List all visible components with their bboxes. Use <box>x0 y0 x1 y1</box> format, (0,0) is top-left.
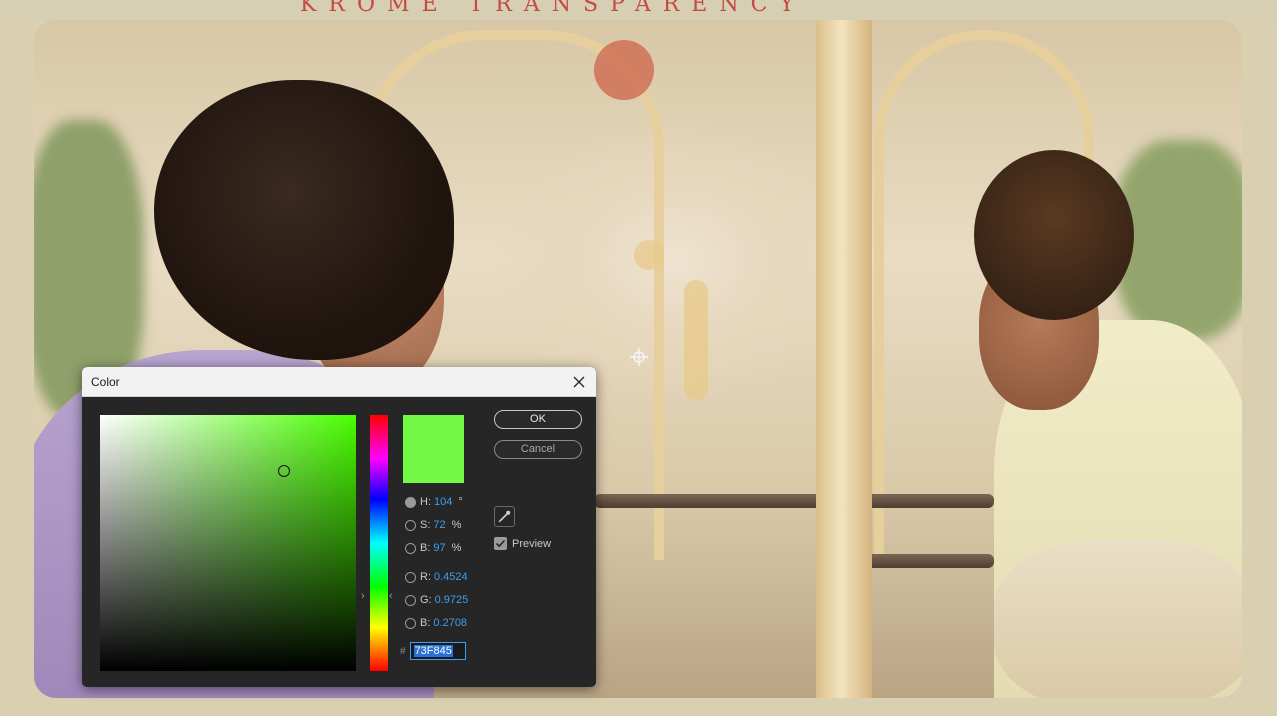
saturation-radio[interactable] <box>405 519 416 531</box>
preview-label: Preview <box>512 537 552 550</box>
hue-row: H: 104 ° <box>405 494 463 510</box>
color-swatch <box>403 415 464 483</box>
handrail <box>854 554 994 568</box>
green-row: G: 0.9725 <box>405 592 468 608</box>
saturation-value[interactable]: 72 <box>433 519 445 531</box>
brightness-value[interactable]: 97 <box>433 542 445 554</box>
person-hair <box>154 80 454 360</box>
carousel-horse <box>994 540 1242 698</box>
eyedropper-button[interactable] <box>494 506 515 527</box>
carousel-pole <box>816 20 872 698</box>
blue-row: B: 0.2708 <box>405 615 467 631</box>
dialog-title: Color <box>91 375 120 389</box>
close-icon <box>573 376 585 388</box>
color-picker-dialog: Color › ‹ H: 104 ° S: 72 % B: 97 % R: 0.… <box>82 367 596 687</box>
ornament <box>634 240 664 270</box>
preview-checkbox[interactable] <box>494 537 507 550</box>
red-row: R: 0.4524 <box>405 569 468 585</box>
dialog-titlebar[interactable]: Color <box>82 367 596 397</box>
hex-row: # 73F845 <box>400 641 466 661</box>
blue-value[interactable]: 0.2708 <box>433 617 467 629</box>
close-button[interactable] <box>568 371 590 393</box>
hue-value[interactable]: 104 <box>434 496 452 508</box>
ok-button[interactable]: OK <box>494 410 582 429</box>
ornament <box>684 280 708 400</box>
banner-text-fragment: KROME TRANSPARENCY <box>300 0 806 17</box>
hex-prefix: # <box>400 645 406 657</box>
hue-label: H: <box>420 496 431 508</box>
green-radio[interactable] <box>405 594 416 606</box>
flower-ornament <box>594 40 654 100</box>
hex-value[interactable]: 73F845 <box>413 645 453 657</box>
top-banner-strip: KROME TRANSPARENCY <box>0 0 1277 20</box>
eyedropper-icon <box>498 510 511 523</box>
hue-radio[interactable] <box>405 496 416 508</box>
green-label: G: <box>420 594 432 606</box>
cancel-button[interactable]: Cancel <box>494 440 582 459</box>
saturation-label: S: <box>420 519 431 531</box>
hue-unit: ° <box>458 496 463 508</box>
anchor-point-icon[interactable] <box>630 348 648 366</box>
hex-input[interactable]: 73F845 <box>409 642 466 660</box>
person-hair <box>974 150 1134 320</box>
saturation-brightness-field[interactable] <box>100 415 356 671</box>
brightness-label: B: <box>420 542 431 554</box>
checkmark-icon <box>495 539 506 548</box>
color-selector-marker[interactable] <box>278 465 290 477</box>
green-value[interactable]: 0.9725 <box>435 594 469 606</box>
brightness-radio[interactable] <box>405 542 416 554</box>
brightness-unit: % <box>451 542 462 554</box>
red-label: R: <box>420 571 431 583</box>
preview-row: Preview <box>494 537 551 550</box>
handrail <box>594 494 994 508</box>
brightness-row: B: 97 % <box>405 540 461 556</box>
blue-radio[interactable] <box>405 617 416 629</box>
saturation-unit: % <box>451 519 462 531</box>
blue-label: B: <box>420 617 431 629</box>
saturation-row: S: 72 % <box>405 517 461 533</box>
hue-slider[interactable] <box>370 415 388 671</box>
hue-slider-right-arrow-icon[interactable]: ‹ <box>389 591 393 602</box>
red-radio[interactable] <box>405 571 416 583</box>
hue-slider-left-arrow-icon[interactable]: › <box>361 591 365 602</box>
red-value[interactable]: 0.4524 <box>434 571 468 583</box>
